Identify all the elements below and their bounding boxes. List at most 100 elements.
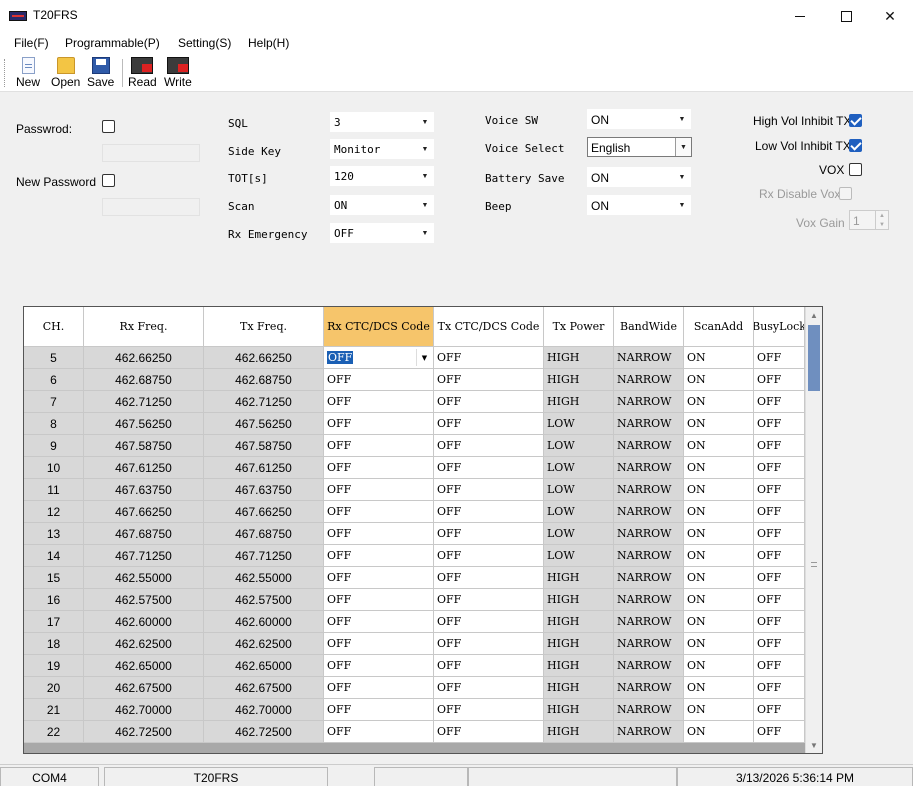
cell-scanadd[interactable]: ON — [684, 721, 754, 743]
cell-rx-code[interactable]: OFF — [324, 633, 434, 655]
cell-tx-code[interactable]: OFF — [434, 523, 544, 545]
cell-rx-freq[interactable]: 462.71250 — [84, 391, 204, 413]
cell-tx-power[interactable]: HIGH — [544, 633, 614, 655]
cell-tx-power[interactable]: LOW — [544, 413, 614, 435]
close-icon[interactable]: ✕ — [867, 0, 913, 32]
column-header-bandwide[interactable]: BandWide — [614, 307, 684, 347]
column-header-ch[interactable]: CH. — [24, 307, 84, 347]
cell-tx-code[interactable]: OFF — [434, 479, 544, 501]
cell-tx-power[interactable]: HIGH — [544, 347, 614, 369]
cell-bandwide[interactable]: NARROW — [614, 589, 684, 611]
cell-rx-code[interactable]: OFF — [324, 589, 434, 611]
cell-scanadd[interactable]: ON — [684, 435, 754, 457]
side-key-select[interactable]: Monitor ▼ — [330, 139, 434, 159]
cell-busylock[interactable]: OFF — [754, 413, 805, 435]
cell-rx-freq[interactable]: 467.68750 — [84, 523, 204, 545]
cell-rx-code[interactable]: OFF — [324, 369, 434, 391]
cell-bandwide[interactable]: NARROW — [614, 567, 684, 589]
cell-rx-freq[interactable]: 462.62500 — [84, 633, 204, 655]
minimize-icon[interactable] — [777, 0, 823, 32]
cell-rx-code[interactable]: OFF — [324, 501, 434, 523]
cell-bandwide[interactable]: NARROW — [614, 523, 684, 545]
rx-emergency-select[interactable]: OFF ▼ — [330, 223, 434, 243]
cell-rx-freq[interactable]: 462.67500 — [84, 677, 204, 699]
cell-ch[interactable]: 5 — [24, 347, 84, 369]
cell-busylock[interactable]: OFF — [754, 457, 805, 479]
cell-scanadd[interactable]: ON — [684, 677, 754, 699]
cell-tx-freq[interactable]: 462.57500 — [204, 589, 324, 611]
cell-rx-code[interactable]: OFF — [324, 391, 434, 413]
cell-rx-freq[interactable]: 467.58750 — [84, 435, 204, 457]
cell-busylock[interactable]: OFF — [754, 699, 805, 721]
cell-rx-freq[interactable]: 467.61250 — [84, 457, 204, 479]
cell-tx-freq[interactable]: 467.58750 — [204, 435, 324, 457]
cell-bandwide[interactable]: NARROW — [614, 655, 684, 677]
cell-scanadd[interactable]: ON — [684, 545, 754, 567]
cell-busylock[interactable]: OFF — [754, 523, 805, 545]
cell-tx-code[interactable]: OFF — [434, 347, 544, 369]
column-header-tx-power[interactable]: Tx Power — [544, 307, 614, 347]
cell-scanadd[interactable]: ON — [684, 457, 754, 479]
voice-select-select[interactable]: English ▼ — [587, 137, 692, 157]
cell-busylock[interactable]: OFF — [754, 611, 805, 633]
maximize-icon[interactable] — [823, 0, 869, 32]
column-header-scanadd[interactable]: ScanAdd — [684, 307, 754, 347]
menu-file[interactable]: File(F) — [14, 36, 49, 50]
cell-tx-code[interactable]: OFF — [434, 413, 544, 435]
cell-bandwide[interactable]: NARROW — [614, 721, 684, 743]
cell-tx-code[interactable]: OFF — [434, 567, 544, 589]
cell-rx-freq[interactable]: 467.63750 — [84, 479, 204, 501]
cell-ch[interactable]: 22 — [24, 721, 84, 743]
password-input[interactable] — [102, 144, 200, 162]
cell-scanadd[interactable]: ON — [684, 347, 754, 369]
cell-ch[interactable]: 6 — [24, 369, 84, 391]
cell-rx-freq[interactable]: 467.71250 — [84, 545, 204, 567]
cell-tx-power[interactable]: LOW — [544, 501, 614, 523]
cell-tx-freq[interactable]: 462.60000 — [204, 611, 324, 633]
cell-tx-power[interactable]: HIGH — [544, 611, 614, 633]
cell-ch[interactable]: 12 — [24, 501, 84, 523]
cell-tx-code[interactable]: OFF — [434, 391, 544, 413]
cell-tx-freq[interactable]: 467.56250 — [204, 413, 324, 435]
cell-tx-freq[interactable]: 462.71250 — [204, 391, 324, 413]
cell-tx-freq[interactable]: 462.72500 — [204, 721, 324, 743]
cell-ch[interactable]: 21 — [24, 699, 84, 721]
cell-ch[interactable]: 8 — [24, 413, 84, 435]
cell-tx-freq[interactable]: 462.65000 — [204, 655, 324, 677]
cell-rx-code[interactable]: OFF — [324, 721, 434, 743]
cell-rx-code[interactable]: OFF — [324, 479, 434, 501]
column-header-rx-code[interactable]: Rx CTC/DCS Code — [324, 307, 434, 347]
cell-tx-code[interactable]: OFF — [434, 677, 544, 699]
cell-rx-code[interactable]: OFF — [324, 677, 434, 699]
cell-busylock[interactable]: OFF — [754, 479, 805, 501]
tot-select[interactable]: 120 ▼ — [330, 166, 434, 186]
cell-scanadd[interactable]: ON — [684, 523, 754, 545]
cell-bandwide[interactable]: NARROW — [614, 501, 684, 523]
cell-tx-power[interactable]: LOW — [544, 545, 614, 567]
cell-bandwide[interactable]: NARROW — [614, 611, 684, 633]
open-button[interactable]: Open — [51, 57, 80, 91]
cell-tx-freq[interactable]: 467.68750 — [204, 523, 324, 545]
cell-busylock[interactable]: OFF — [754, 589, 805, 611]
cell-bandwide[interactable]: NARROW — [614, 369, 684, 391]
cell-busylock[interactable]: OFF — [754, 655, 805, 677]
cell-ch[interactable]: 7 — [24, 391, 84, 413]
cell-busylock[interactable]: OFF — [754, 633, 805, 655]
column-header-rx-freq[interactable]: Rx Freq. — [84, 307, 204, 347]
cell-tx-code[interactable]: OFF — [434, 721, 544, 743]
cell-ch[interactable]: 18 — [24, 633, 84, 655]
scroll-up-icon[interactable]: ▲ — [806, 307, 822, 323]
cell-tx-freq[interactable]: 462.62500 — [204, 633, 324, 655]
vox-checkbox[interactable] — [849, 163, 862, 176]
cell-tx-code[interactable]: OFF — [434, 611, 544, 633]
cell-tx-power[interactable]: HIGH — [544, 391, 614, 413]
menu-programmable[interactable]: Programmable(P) — [65, 36, 160, 50]
scan-select[interactable]: ON ▼ — [330, 195, 434, 215]
beep-select[interactable]: ON ▼ — [587, 195, 691, 215]
cell-bandwide[interactable]: NARROW — [614, 457, 684, 479]
new-button[interactable]: New — [16, 57, 40, 91]
cell-rx-freq[interactable]: 467.56250 — [84, 413, 204, 435]
cell-scanadd[interactable]: ON — [684, 391, 754, 413]
cell-bandwide[interactable]: NARROW — [614, 347, 684, 369]
cell-tx-power[interactable]: LOW — [544, 457, 614, 479]
